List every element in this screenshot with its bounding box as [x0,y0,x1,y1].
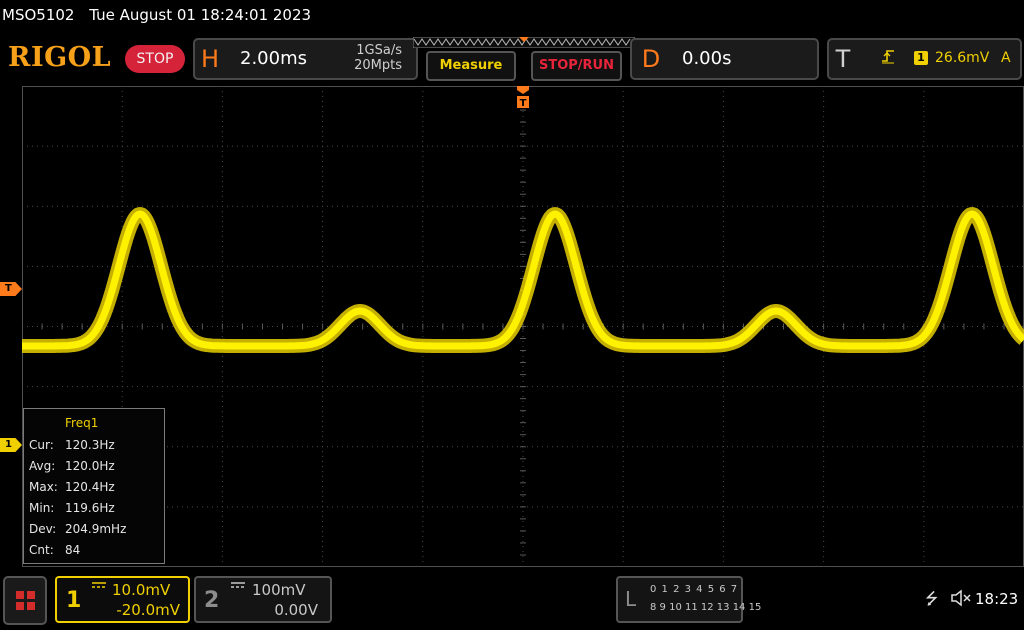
channel1-settings[interactable]: 1 10.0mV -20.0mV [55,576,190,623]
measurement-row: Max: 120.4Hz [29,480,115,494]
channel1-offset-marker[interactable]: 1 [0,438,22,452]
measurement-row: Min: 119.6Hz [29,501,115,515]
logic-channels-low: 0 1 2 3 4 5 6 7 [650,584,739,595]
measurement-value: 120.3Hz [65,438,115,452]
trigger-label: T [835,45,851,73]
speaker-muted-icon[interactable] [950,588,972,608]
home-icon-tile [16,602,24,610]
usb-icon: ⭍ [925,589,939,608]
measurement-label: Cnt: [29,543,54,557]
timebase-value: 2.00ms [240,48,307,69]
channel1-offset: -20.0mV [116,601,180,619]
channel2-scale: 100mV [252,581,306,599]
horizontal-label: H [200,45,220,73]
trigger-level-marker[interactable]: T [0,282,22,296]
stop-run-button[interactable]: STOP/RUN [531,51,622,81]
horizontal-panel[interactable]: H 2.00ms 1GSa/s 20Mpts [193,38,418,80]
measurement-value: 120.4Hz [65,480,115,494]
measurement-row: Dev: 204.9mHz [29,522,126,536]
model-name: MSO5102 [2,6,75,24]
measurement-value: 120.0Hz [65,459,115,473]
measurement-value: 84 [65,543,81,557]
measurement-title: Freq1 [65,416,99,430]
trigger-source-badge: 1 [914,51,928,65]
channel2-settings[interactable]: 2 100mV 0.00V [194,576,332,623]
memory-depth: 20Mpts [354,58,402,73]
trigger-position-label: T [520,98,527,109]
delay-label: D [641,45,661,73]
measure-button[interactable]: Measure [426,51,516,81]
acquisition-info: 1GSa/s 20Mpts [354,43,402,73]
measurement-row: Cnt: 84 [29,543,80,557]
rising-edge-icon [882,50,894,64]
measurement-label: Avg: [29,459,56,473]
logic-analyzer-settings[interactable]: L 0 1 2 3 4 5 6 7 8 9 10 11 12 13 14 15 [616,576,761,623]
graticule [22,86,1024,567]
logic-label: L [625,587,637,611]
measurement-label: Max: [29,480,58,494]
measurement-value: 204.9mHz [65,522,127,536]
channel2-number: 2 [204,588,220,613]
home-icon-tile [27,602,35,610]
delay-panel[interactable]: D 0.00s [630,38,819,80]
system-clock: 18:23 [975,590,1019,608]
channel1-scale: 10.0mV [112,581,171,599]
measurement-label: Min: [29,501,55,515]
trigger-coupling: A [1001,50,1011,66]
dc-coupling-icon [231,582,245,588]
home-icon [16,591,24,599]
channel1-number: 1 [66,588,82,613]
delay-value: 0.00s [682,48,732,69]
trigger-level: 26.6mV [935,50,990,66]
home-menu-button[interactable] [3,576,47,625]
measurement-panel: Freq1 Cur: 120.3Hz Avg: 120.0Hz Max: 120.4H… [23,408,165,564]
trigger-position-marker[interactable]: T [515,86,531,110]
measurement-label: Cur: [29,438,54,452]
datetime: Tue August 01 18:24:01 2023 [89,6,312,24]
home-icon-tile [27,591,35,599]
sample-rate: 1GSa/s [356,43,402,58]
trigger-panel[interactable]: T 1 26.6mV A [827,38,1022,80]
channel2-offset: 0.00V [274,601,318,619]
measurement-row: Cur: 120.3Hz [29,438,115,452]
waveform-display[interactable] [22,86,1024,567]
rigol-logo: RIGOL [8,42,112,73]
memory-position-strip [413,37,635,48]
measurement-value: 119.6Hz [65,501,115,515]
measurement-label: Dev: [29,522,57,536]
run-state-badge[interactable]: STOP [125,45,185,73]
measurement-row: Avg: 120.0Hz [29,459,115,473]
dc-coupling-icon [92,582,106,588]
logic-channels-high: 8 9 10 11 12 13 14 15 [650,602,762,613]
device-info: MSO5102 Tue August 01 18:24:01 2023 [2,6,311,24]
